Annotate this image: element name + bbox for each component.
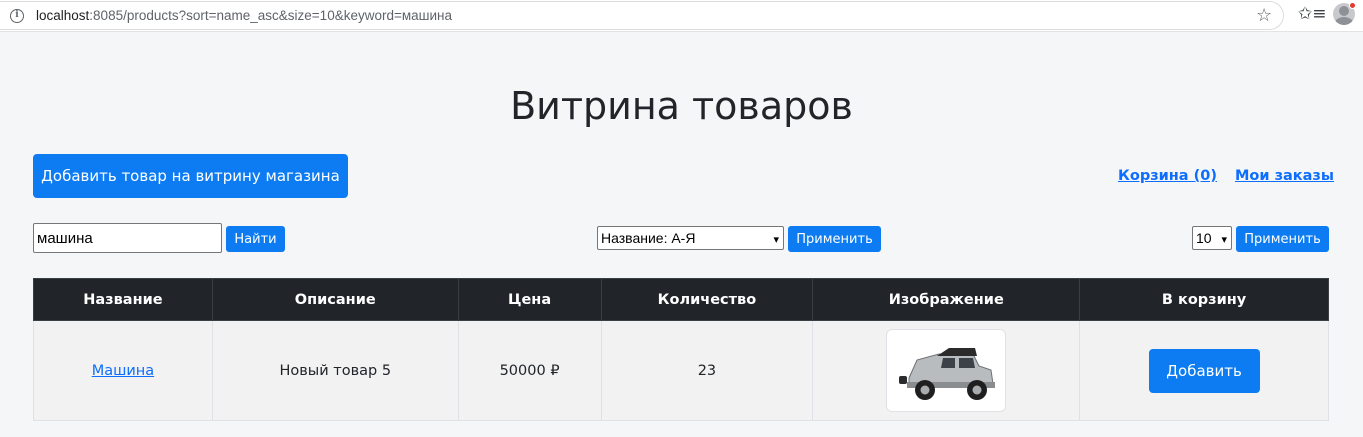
cell-name: Машина	[33, 320, 213, 421]
my-orders-link[interactable]: Мои заказы	[1235, 168, 1334, 184]
column-header-name: Название	[33, 278, 213, 321]
cell-image	[812, 320, 1081, 421]
page-size-select[interactable]: 10 ▾	[1192, 226, 1232, 250]
table-header-row: Название Описание Цена Количество Изобра…	[33, 278, 1329, 321]
column-header-image: Изображение	[812, 278, 1081, 321]
table-row: Машина Новый товар 5 50000 ₽ 23 Добавить	[33, 320, 1329, 421]
browser-toolbar: i localhost:8085/products?sort=name_asc&…	[0, 0, 1363, 32]
cell-description: Новый товар 5	[211, 320, 459, 421]
product-image	[886, 329, 1007, 412]
page-title: Витрина товаров	[510, 84, 853, 128]
bookmark-star-icon[interactable]: ☆	[1256, 6, 1272, 26]
sort-select-value: Название: А-Я	[601, 230, 696, 246]
add-product-button[interactable]: Добавить товар на витрину магазина	[33, 154, 348, 198]
column-header-price: Цена	[457, 278, 602, 321]
page-size-apply-button[interactable]: Применить	[1236, 226, 1329, 252]
chevron-down-icon: ▾	[773, 234, 779, 246]
cell-add-to-cart: Добавить	[1079, 320, 1329, 421]
sort-select[interactable]: Название: А-Я ▾	[597, 226, 784, 250]
cart-link[interactable]: Корзина (0)	[1118, 168, 1217, 184]
favorites-icon[interactable]: ✩≡	[1298, 4, 1327, 24]
chevron-down-icon: ▾	[1221, 234, 1227, 246]
sort-apply-button[interactable]: Применить	[788, 226, 881, 252]
page-size-value: 10	[1196, 230, 1212, 246]
cell-quantity: 23	[600, 320, 814, 421]
site-info-icon[interactable]: i	[10, 9, 24, 23]
products-table: Название Описание Цена Количество Изобра…	[33, 278, 1329, 421]
address-bar[interactable]: i localhost:8085/products?sort=name_asc&…	[0, 1, 1284, 30]
column-header-add-to-cart: В корзину	[1079, 278, 1329, 321]
notification-dot	[1349, 2, 1356, 9]
column-header-quantity: Количество	[600, 278, 814, 321]
url-text[interactable]: localhost:8085/products?sort=name_asc&si…	[36, 8, 452, 23]
find-button[interactable]: Найти	[226, 226, 285, 252]
column-header-description: Описание	[211, 278, 459, 321]
search-input[interactable]	[33, 223, 222, 253]
product-link[interactable]: Машина	[92, 363, 154, 379]
add-to-cart-button[interactable]: Добавить	[1148, 348, 1260, 393]
cell-price: 50000 ₽	[457, 320, 602, 421]
